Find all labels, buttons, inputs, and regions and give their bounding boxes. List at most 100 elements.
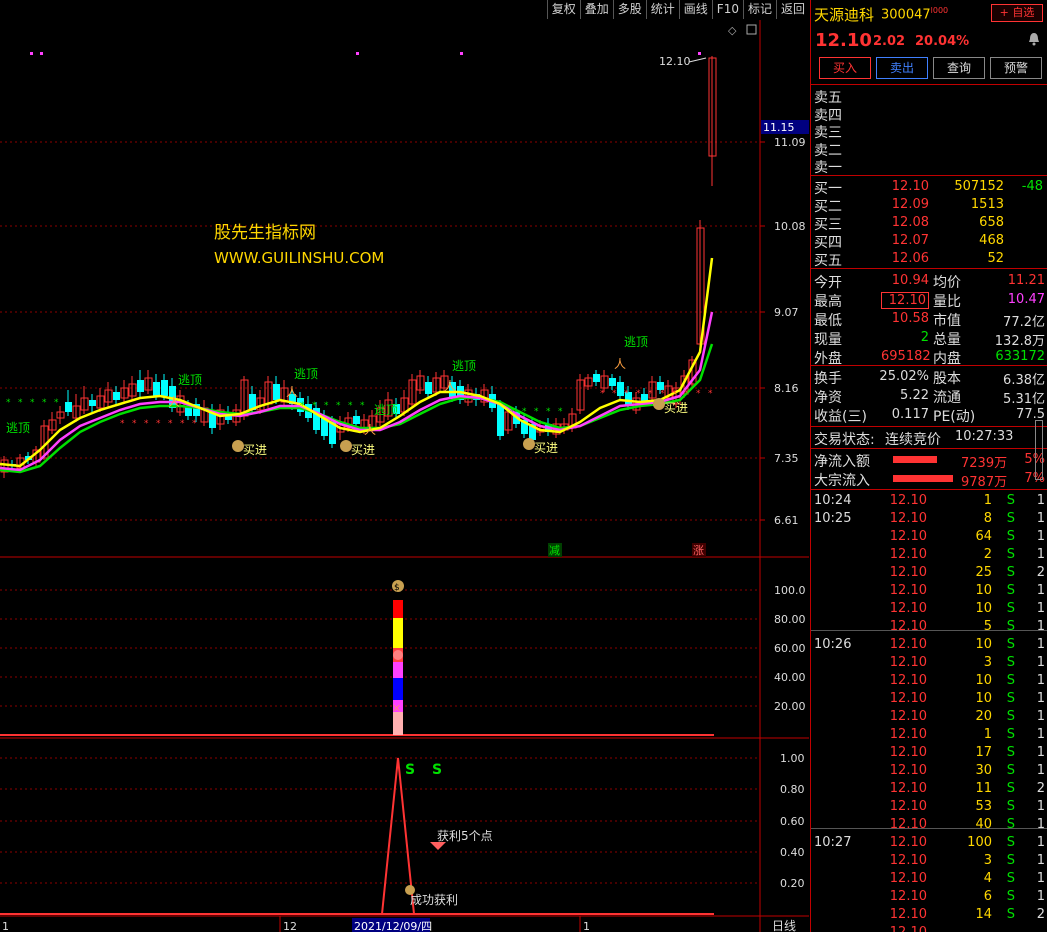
stat-label: 今开	[814, 275, 842, 291]
bid-row[interactable]: 买五 12.06 52	[811, 250, 1047, 269]
scrollbar[interactable]	[1035, 420, 1043, 480]
stock-name: 天源迪科	[814, 6, 875, 24]
tick-row: 10:25 12.10 8 S 1	[811, 510, 1047, 528]
bid-row[interactable]: 买一 12.10 507152 -48	[811, 178, 1047, 197]
tick-count: 1	[1036, 799, 1045, 814]
stat-row: 今开 10.94 均价 11.21	[811, 272, 1047, 291]
green-star-dot: *	[348, 401, 353, 411]
toolbar-item[interactable]: 画线	[678, 0, 712, 19]
ind1-bar-pink	[393, 712, 403, 735]
tick-row: 12.10 3 S 1	[811, 654, 1047, 672]
ind1-bar-magenta	[393, 662, 403, 678]
escape-top-signal: 逃顶	[6, 421, 30, 435]
green-star-dot: *	[558, 407, 563, 417]
tick-volume: 3	[983, 853, 992, 868]
window-toggle-icon[interactable]	[746, 24, 757, 35]
tick-side: S	[1006, 691, 1015, 706]
tick-count: 1	[1036, 745, 1045, 760]
tick-price: 12.10	[889, 889, 927, 904]
bid-row[interactable]: 买四 12.07 468	[811, 232, 1047, 251]
tick-row: 12.10	[811, 924, 1047, 932]
stat-row: 收益(三) 0.117 PE(动) 77.5	[811, 406, 1047, 425]
ask-row[interactable]: 卖一	[811, 157, 1047, 176]
tick-volume: 25	[975, 565, 992, 580]
bow-icon: ✕	[392, 702, 401, 715]
candle-body	[161, 380, 168, 396]
flow-bar	[893, 475, 953, 482]
period-label[interactable]: 日线	[772, 919, 796, 932]
sell-button[interactable]: 卖出	[876, 57, 928, 79]
toolbar-item[interactable]: 返回	[775, 0, 809, 19]
tick-side: S	[1006, 763, 1015, 778]
tick-row: 12.10 4 S 1	[811, 870, 1047, 888]
tick-row: 12.10 10 S 1	[811, 582, 1047, 600]
price-change-pct: 20.04%	[915, 34, 970, 49]
runner-icon: 人	[286, 385, 298, 399]
buy-signal: 买进	[534, 441, 558, 455]
chart-area[interactable]: 股先生指标网 WWW.GUILINSHU.COM ◇ * * * * * * * * * * * * *…	[0, 20, 809, 932]
stat-value: 77.2亿	[1003, 315, 1045, 330]
tick-volume: 6	[983, 889, 992, 904]
tick-volume: 30	[975, 763, 992, 778]
diamond-icon	[430, 842, 446, 850]
tick-price: 12.10	[889, 601, 927, 616]
bid-volume: 658	[979, 215, 1004, 230]
bid-volume: 507152	[954, 179, 1004, 194]
bid-diff: -48	[1021, 179, 1043, 194]
bid-volume: 1513	[970, 197, 1004, 212]
stat-label: 总量	[933, 332, 961, 348]
candle-body	[273, 384, 280, 400]
tick-count: 1	[1036, 529, 1045, 544]
ind1-bar-blue	[393, 678, 403, 700]
green-star-dot: *	[6, 398, 11, 408]
buy-button[interactable]: 买入	[819, 57, 871, 79]
tick-side: S	[1006, 835, 1015, 850]
stat-label: 均价	[933, 275, 961, 291]
tick-price: 12.10	[889, 619, 927, 634]
bid-row[interactable]: 买三 12.08 658	[811, 214, 1047, 233]
bid-row[interactable]: 买二 12.09 1513	[811, 196, 1047, 215]
tick-price: 12.10	[889, 655, 927, 670]
query-button[interactable]: 查询	[933, 57, 985, 79]
green-star-dot: *	[324, 401, 329, 411]
tick-count: 2	[1036, 907, 1045, 922]
ask-row[interactable]: 卖五	[811, 87, 1047, 106]
diamond-icon[interactable]: ◇	[728, 24, 737, 37]
toolbar-item[interactable]: 统计	[645, 0, 679, 19]
money-bag-symbol: $	[394, 583, 400, 593]
tick-volume: 10	[975, 673, 992, 688]
ask-row[interactable]: 卖四	[811, 105, 1047, 124]
bell-icon[interactable]	[1027, 32, 1041, 46]
bid-price: 12.08	[891, 215, 929, 230]
add-watchlist-button[interactable]: + 自选	[991, 4, 1043, 22]
red-star-dot: *	[180, 419, 185, 429]
price-change: 2.02	[873, 34, 906, 49]
toolbar-item[interactable]: 复权	[546, 0, 580, 19]
success-label: 成功获利	[410, 893, 458, 907]
red-star-dot: *	[144, 419, 149, 429]
toolbar-item[interactable]: 标记	[742, 0, 776, 19]
tick-count: 1	[1036, 709, 1045, 724]
toolbar-item[interactable]: F10	[711, 0, 743, 19]
tick-count: 1	[1036, 817, 1045, 832]
red-star-dot: *	[648, 389, 653, 399]
stat-label: PE(动)	[933, 409, 976, 425]
kline-chart-svg[interactable]: 股先生指标网 WWW.GUILINSHU.COM ◇ * * * * * * * * * * * * *…	[0, 20, 809, 932]
tick-row: 12.10 10 S 1	[811, 672, 1047, 690]
ask-row[interactable]: 卖二	[811, 140, 1047, 159]
stat-label: 最高	[814, 294, 842, 310]
flow-bar	[893, 456, 937, 463]
tick-volume: 17	[975, 745, 992, 760]
tick-price: 12.10	[889, 493, 927, 508]
tick-price: 12.10	[889, 529, 927, 544]
alert-button[interactable]: 预警	[990, 57, 1042, 79]
tick-count: 1	[1036, 619, 1045, 634]
stat-row: 外盘 695182 内盘 633172	[811, 348, 1047, 367]
bid-volume: 52	[987, 251, 1004, 266]
toolbar-item[interactable]: 多股	[612, 0, 646, 19]
diamond-badge-icon	[393, 650, 403, 660]
last-price: 12.10	[815, 30, 872, 51]
toolbar-item[interactable]: 叠加	[579, 0, 613, 19]
bid-volume: 468	[979, 233, 1004, 248]
ask-row[interactable]: 卖三	[811, 122, 1047, 141]
